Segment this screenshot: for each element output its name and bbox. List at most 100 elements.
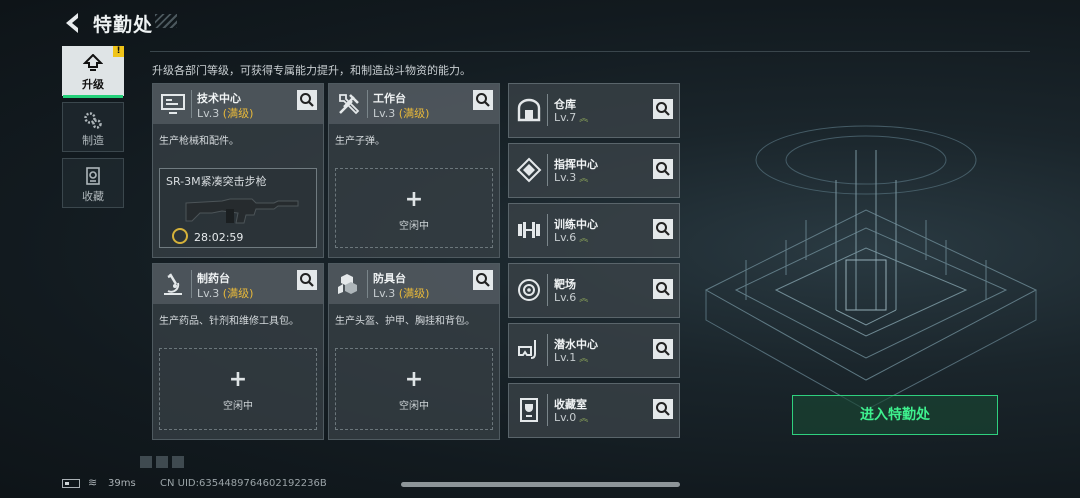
level-text: Lv.3 <box>197 107 220 120</box>
upgrade-arrows-icon: ︽ <box>579 414 589 424</box>
department-level: Lv.1 ︽ <box>554 351 588 364</box>
max-level-tag: (满级) <box>398 287 430 300</box>
upgrade-arrows-icon: ︽ <box>579 294 589 304</box>
facility-level: Lv.3 (满级) <box>197 285 253 301</box>
department-level: Lv.6 ︽ <box>554 231 588 244</box>
facility-hologram-model[interactable] <box>686 60 1066 440</box>
department-name: 指挥中心 <box>554 158 598 171</box>
search-icon[interactable] <box>653 339 673 359</box>
search-icon[interactable] <box>473 270 493 290</box>
upgrade-arrows-icon: ︽ <box>579 354 589 364</box>
separator <box>191 90 192 118</box>
search-icon[interactable] <box>297 90 317 110</box>
level-text: Lv.3 <box>197 287 220 300</box>
craft-slot-empty[interactable]: + 空闲中 <box>159 348 317 430</box>
facility-name: 工作台 <box>373 92 406 105</box>
facility-description: 生产药品、针剂和维修工具包。 <box>159 316 299 327</box>
wrench-timer-icon <box>172 228 188 244</box>
upgrade-arrows-icon: ︽ <box>579 114 589 124</box>
craft-slot-empty[interactable]: + 空闲中 <box>335 168 493 248</box>
search-icon[interactable] <box>653 99 673 119</box>
level-text: Lv.3 <box>554 171 577 184</box>
department-name: 仓库 <box>554 98 576 111</box>
armor-icon <box>338 274 357 294</box>
department-name: 训练中心 <box>554 218 598 231</box>
upgrade-icon <box>83 54 103 71</box>
facility-description: 生产枪械和配件。 <box>159 136 239 147</box>
bottom-decoration <box>140 456 184 468</box>
notification-badge: ! <box>113 46 124 57</box>
diving-mask-icon <box>518 340 536 359</box>
separator <box>547 334 548 366</box>
crafting-item-name: SR-3M紧凑突击步枪 <box>166 175 267 188</box>
department-name: 收藏室 <box>554 398 587 411</box>
department-level: Lv.0 ︽ <box>554 411 588 424</box>
collection-icon <box>86 167 100 185</box>
department-level: Lv.6 ︽ <box>554 291 588 304</box>
warehouse-icon <box>517 98 541 122</box>
title-decoration <box>155 14 177 28</box>
max-level-tag: (满级) <box>222 107 254 120</box>
command-icon <box>516 157 542 183</box>
slot-status: 空闲中 <box>399 221 429 232</box>
search-icon[interactable] <box>473 90 493 110</box>
top-bar: 特勤处 <box>0 0 1080 44</box>
facility-name: 技术中心 <box>197 92 241 105</box>
facility-card-armor-bench[interactable]: 防具台 Lv.3 (满级) 生产头盔、护甲、胸挂和背包。 + 空闲中 <box>328 263 500 440</box>
battery-icon <box>62 479 80 488</box>
nav-item-collection[interactable]: 收藏 <box>62 158 124 208</box>
microscope-icon <box>164 273 182 295</box>
separator <box>191 270 192 298</box>
department-level: Lv.3 ︽ <box>554 171 588 184</box>
gears-icon <box>84 112 102 129</box>
craft-slot-empty[interactable]: + 空闲中 <box>335 348 493 430</box>
search-icon[interactable] <box>653 279 673 299</box>
page-title: 特勤处 <box>93 14 154 36</box>
nav-item-upgrade[interactable]: 升级 ! <box>62 46 124 98</box>
facility-card-pharmacy[interactable]: 制药台 Lv.3 (满级) 生产药品、针剂和维修工具包。 + 空闲中 <box>152 263 324 440</box>
facility-level: Lv.3 (满级) <box>373 285 429 301</box>
department-card-diving[interactable]: 潜水中心 Lv.1 ︽ <box>508 323 680 378</box>
nav-item-craft[interactable]: 制造 <box>62 102 124 152</box>
separator <box>547 274 548 306</box>
search-icon[interactable] <box>653 399 673 419</box>
page-description: 升级各部门等级，可获得专属能力提升，和制造战斗物资的能力。 <box>152 64 471 77</box>
department-card-collection-room[interactable]: 收藏室 Lv.0 ︽ <box>508 383 680 438</box>
search-icon[interactable] <box>297 270 317 290</box>
search-icon[interactable] <box>653 159 673 179</box>
add-icon: + <box>404 367 424 392</box>
tools-icon <box>339 94 360 115</box>
upgrade-arrows-icon: ︽ <box>579 234 589 244</box>
department-card-training[interactable]: 训练中心 Lv.6 ︽ <box>508 203 680 258</box>
level-text: Lv.7 <box>554 111 577 124</box>
level-text: Lv.6 <box>554 291 577 304</box>
department-card-shooting-range[interactable]: 靶场 Lv.6 ︽ <box>508 263 680 318</box>
max-level-tag: (满级) <box>398 107 430 120</box>
level-text: Lv.3 <box>373 107 396 120</box>
facility-card-tech-center[interactable]: 技术中心 Lv.3 (满级) 生产枪械和配件。 SR-3M紧凑突击步枪 28:0… <box>152 83 324 258</box>
facility-name: 制药台 <box>197 272 230 285</box>
facility-level: Lv.3 (满级) <box>197 105 253 121</box>
rifle-image <box>185 198 299 224</box>
enter-special-ops-button[interactable]: 进入特勤处 <box>792 395 998 435</box>
department-card-command[interactable]: 指挥中心 Lv.3 ︽ <box>508 143 680 198</box>
level-text: Lv.3 <box>373 287 396 300</box>
facility-description: 生产头盔、护甲、胸挂和背包。 <box>335 316 475 327</box>
dumbbell-icon <box>518 222 540 238</box>
separator <box>547 394 548 426</box>
facility-description: 生产子弹。 <box>335 136 385 147</box>
search-icon[interactable] <box>653 219 673 239</box>
nav-label: 制造 <box>82 134 104 147</box>
home-indicator[interactable] <box>401 482 680 487</box>
department-level: Lv.7 ︽ <box>554 111 588 124</box>
level-text: Lv.0 <box>554 411 577 424</box>
facility-card-workbench[interactable]: 工作台 Lv.3 (满级) 生产子弹。 + 空闲中 <box>328 83 500 258</box>
back-arrow-icon[interactable] <box>60 10 86 36</box>
department-card-warehouse[interactable]: 仓库 Lv.7 ︽ <box>508 83 680 138</box>
add-icon: + <box>404 187 424 212</box>
facility-name: 防具台 <box>373 272 406 285</box>
user-uid: CN UID:6354489764602192236B <box>160 478 327 489</box>
separator <box>367 270 368 298</box>
level-text: Lv.6 <box>554 231 577 244</box>
craft-slot-active[interactable]: SR-3M紧凑突击步枪 28:02:59 <box>159 168 317 248</box>
